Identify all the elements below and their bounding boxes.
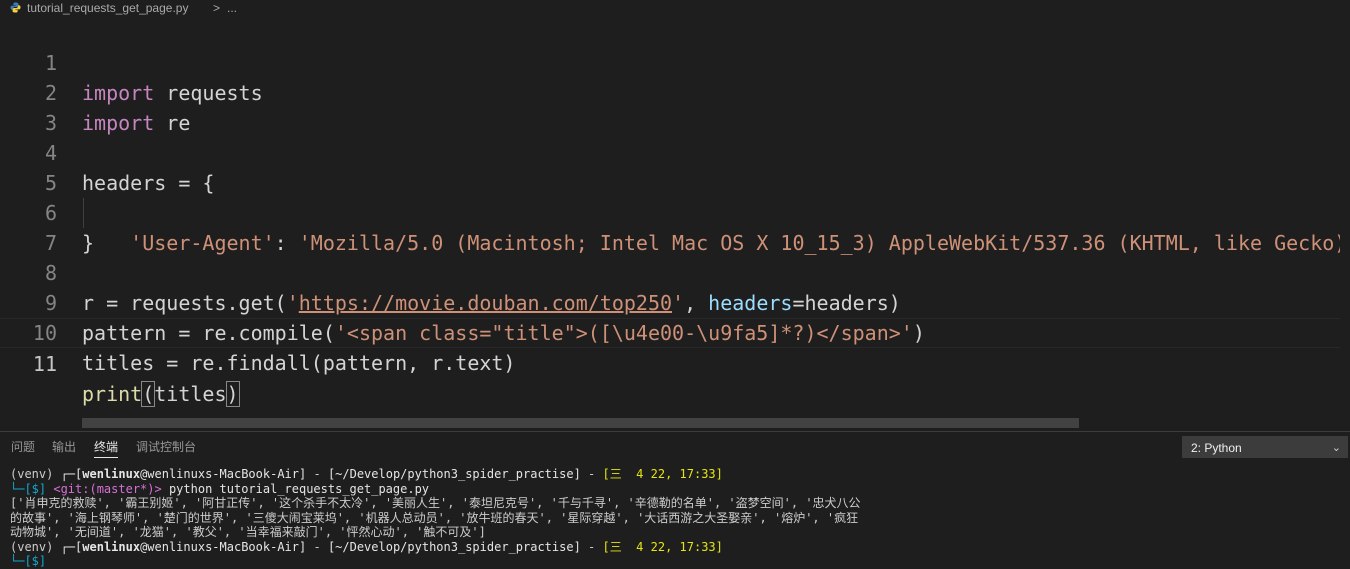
terminal-command-line: └─[$] [10, 554, 861, 569]
terminal-command: python tutorial_requests_get_page.py [161, 481, 430, 496]
tab-debug-console[interactable]: 调试控制台 [136, 432, 196, 462]
code-text: titles = re.findall(pattern, r.text) [82, 351, 516, 375]
code-line[interactable]: 8 r = requests.get('https://movie.douban… [0, 228, 1350, 315]
terminal-prompt-line: (venv) ┌─[wenlinux@wenlinuxs-MacBook-Air… [10, 540, 861, 555]
terminal-prompt-line: (venv) ┌─[wenlinux@wenlinuxs-MacBook-Air… [10, 467, 861, 482]
line-number: 11 [32, 352, 57, 376]
terminal-output-line: ['肖申克的救赎', '霸王别姬', '阿甘正传', '这个杀手不太冷', '美… [10, 496, 861, 510]
prompt-host: @wenlinuxs-MacBook-Air [140, 539, 300, 554]
tab-output[interactable]: 输出 [52, 432, 76, 462]
function-name: print [82, 382, 143, 406]
tab-terminal[interactable]: 终端 [94, 432, 119, 462]
breadcrumb-separator: > [213, 1, 221, 15]
code-line[interactable]: 9 pattern = re.compile('<span class="tit… [0, 258, 1350, 345]
code-line[interactable]: 1 import requests [0, 18, 1350, 105]
bottom-panel: 问题 输出 终端 调试控制台 2: Python ⌄ (venv) ┌─[wen… [0, 431, 1350, 568]
breadcrumb: tutorial_requests_get_page.py > ... [0, 0, 1350, 16]
code-line[interactable]: 10 titles = re.findall(pattern, r.text) [0, 288, 1350, 375]
prompt-path: [~/Develop/python3_spider_practise] [327, 539, 581, 554]
code-editor[interactable]: 1 import requests 2 import re 3 4 header… [0, 18, 1350, 448]
prompt-host: @wenlinuxs-MacBook-Air [140, 467, 300, 481]
horizontal-scrollbar[interactable] [82, 418, 1079, 428]
chevron-down-icon: ⌄ [1331, 442, 1341, 454]
code-line[interactable]: 4 headers = { [0, 108, 1350, 195]
code-line[interactable]: 3 [0, 78, 1350, 135]
prompt-box: ┌─[ [60, 467, 83, 481]
venv-indicator: (venv) [10, 467, 61, 481]
prompt-user: wenlinux [82, 539, 141, 554]
terminal-command-line: └─[$] <git:(master*)> python tutorial_re… [10, 482, 861, 497]
terminal-output-line: 的故事', '海上钢琴师', '楚门的世界', '三傻大闹宝莱坞', '机器人总… [10, 510, 859, 525]
breadcrumb-filename[interactable]: tutorial_requests_get_page.py [27, 0, 188, 16]
prompt-separator: - [306, 539, 328, 554]
terminal-select[interactable]: 2: Python ⌄ [1182, 436, 1348, 458]
code-line[interactable]: 5 'User-Agent': 'Mozilla/5.0 (Macintosh;… [0, 138, 1350, 255]
matched-bracket: ) [225, 381, 240, 407]
prompt-separator: - [580, 539, 603, 554]
prompt-user: wenlinux [82, 467, 141, 481]
prompt-box: └─[$] [10, 554, 47, 568]
panel-tabs: 问题 输出 终端 调试控制台 [0, 432, 1350, 462]
prompt-datetime: [三 4 22, 17:33] [602, 467, 723, 481]
vertical-scrollbar[interactable] [1340, 36, 1350, 448]
code-line[interactable]: 2 import re [0, 48, 1350, 135]
venv-indicator: (venv) [10, 539, 61, 554]
prompt-box: └─[$] [10, 481, 47, 496]
terminal-select-value: 2: Python [1191, 441, 1242, 455]
breadcrumb-more[interactable]: ... [227, 0, 237, 16]
terminal-output-line: 动物城', '无间道', '龙猫', '教父', '当幸福来敲门', '怦然心动… [10, 525, 486, 539]
prompt-box: ┌─[ [60, 539, 83, 554]
code-text: titles [154, 382, 227, 406]
prompt-path: [~/Develop/python3_spider_practise] [327, 467, 581, 481]
matched-bracket: ( [141, 381, 156, 407]
prompt-separator: - [580, 467, 603, 481]
current-code-line[interactable]: 11 print(titles) [0, 318, 1350, 407]
terminal-output[interactable]: (venv) ┌─[wenlinux@wenlinuxs-MacBook-Air… [10, 467, 861, 569]
python-file-icon [10, 2, 21, 13]
git-branch: <git:(master*)> [46, 481, 162, 496]
tab-problems[interactable]: 问题 [11, 432, 35, 462]
prompt-datetime: [三 4 22, 17:33] [602, 539, 723, 554]
code-line[interactable]: 7 [0, 198, 1350, 255]
code-line[interactable]: 6 } [0, 168, 1350, 255]
prompt-separator: - [306, 467, 328, 481]
